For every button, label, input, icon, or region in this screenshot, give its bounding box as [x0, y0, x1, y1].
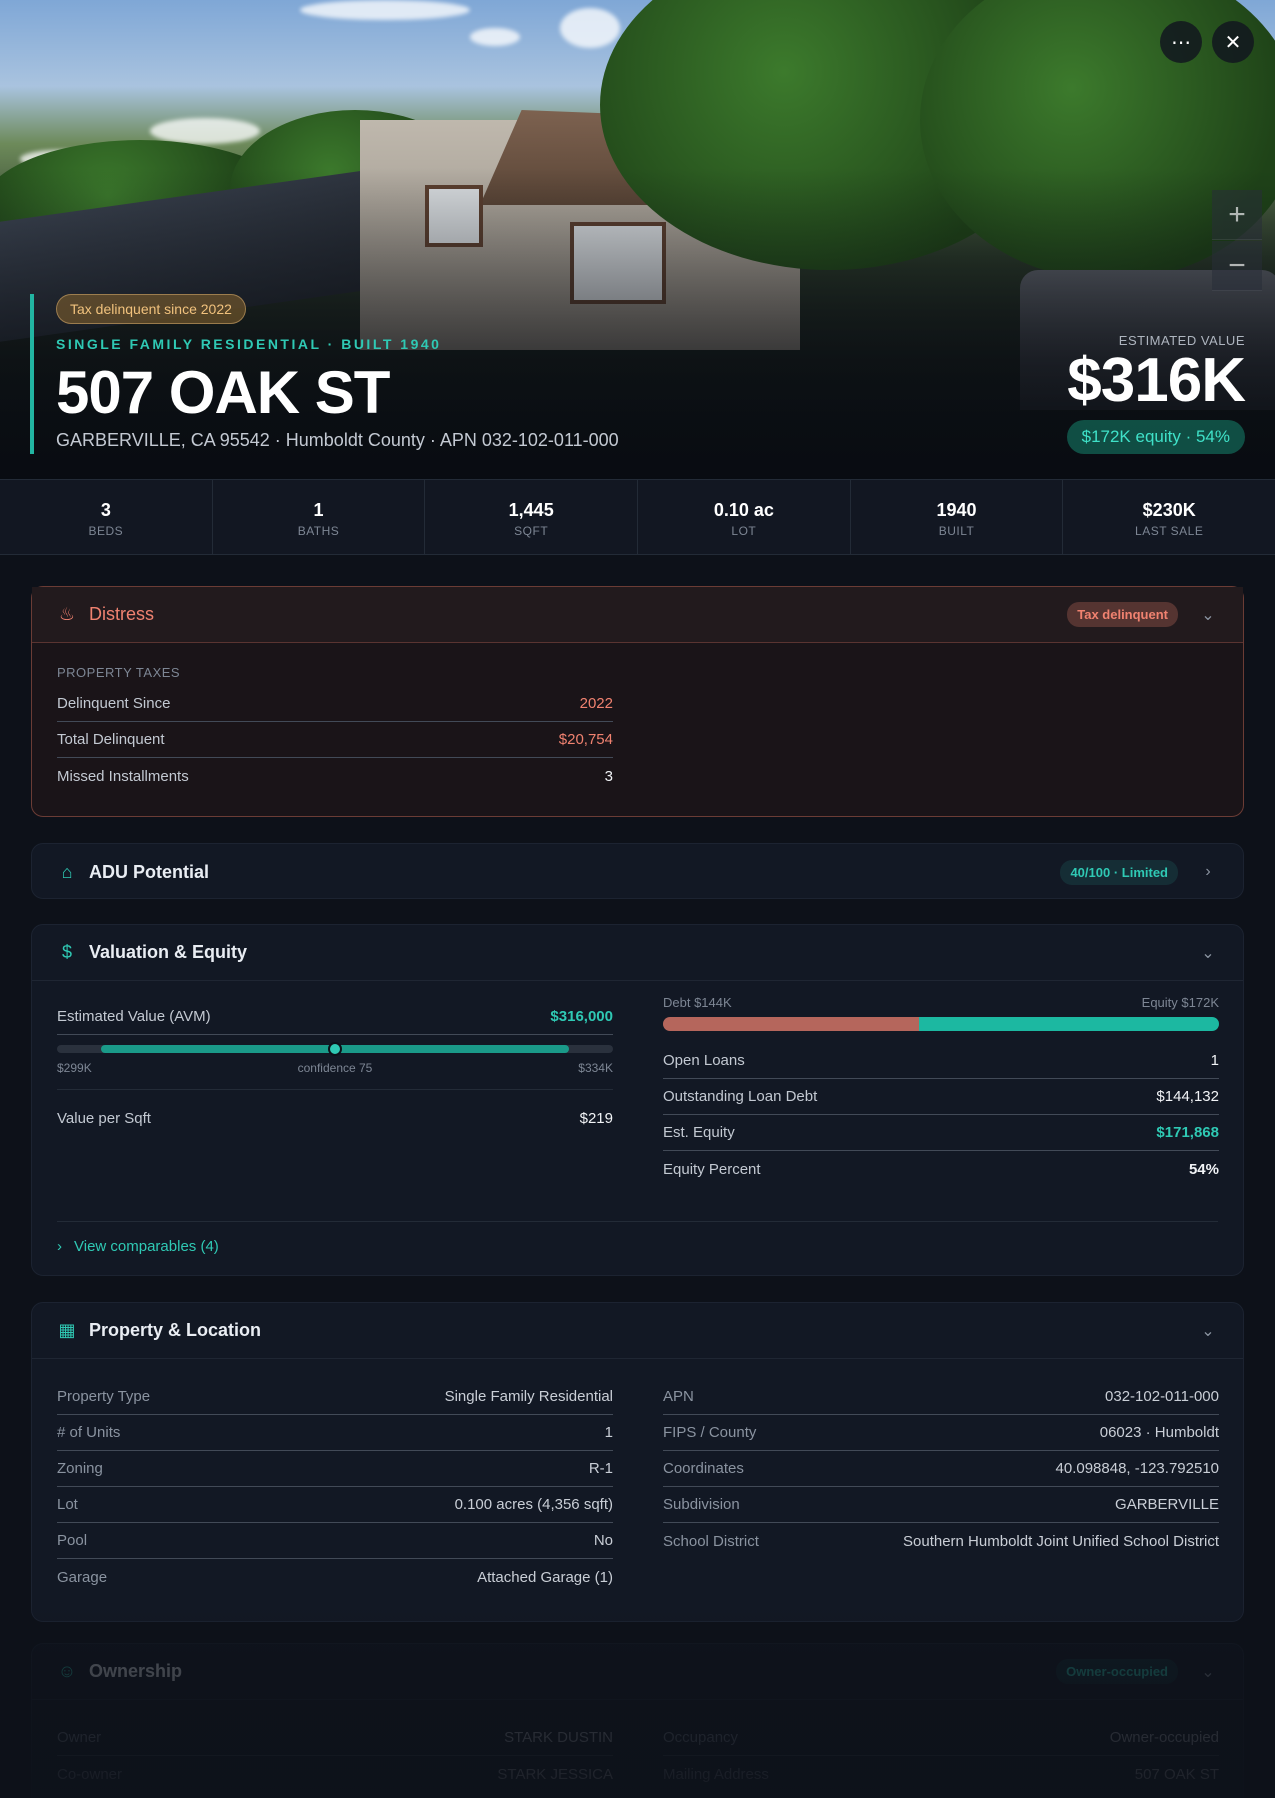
table-row: Est. Equity $171,868 — [663, 1115, 1219, 1151]
ownership-title: Ownership — [89, 1661, 183, 1681]
hero-info: Tax delinquent since 2022 SINGLE FAMILY … — [30, 294, 619, 454]
adu-title: ADU Potential — [89, 861, 210, 882]
debt-equity-bar — [663, 1017, 1219, 1031]
valuation-card: $ Valuation & Equity ⌄ Estimated Value (… — [31, 924, 1244, 1276]
more-options-button[interactable]: ⋯ — [1160, 21, 1202, 63]
avm-range-bar: $299K confidence 75 $334K — [57, 1042, 613, 1075]
table-row: Open Loans 1 — [663, 1043, 1219, 1079]
chevron-down-icon[interactable]: ⌄ — [1198, 605, 1218, 625]
distress-card: ♨ Distress Tax delinquent ⌄ PROPERTY TAX… — [31, 586, 1244, 817]
avm-row: Estimated Value (AVM) $316,000 — [57, 999, 613, 1035]
minus-icon: − — [1228, 248, 1246, 282]
table-row: Zoning R-1 — [57, 1451, 613, 1487]
table-row: APN 032-102-011-000 — [663, 1379, 1219, 1415]
adu-score-badge: 40/100 · Limited — [1060, 859, 1178, 885]
valuation-header[interactable]: $ Valuation & Equity ⌄ — [32, 925, 1243, 981]
range-high: $334K — [578, 1061, 613, 1075]
equity-badge: $172K equity · 54% — [1066, 420, 1245, 454]
table-row: Lot 0.100 acres (4,356 sqft) — [57, 1487, 613, 1523]
chevron-down-icon[interactable]: ⌄ — [1198, 943, 1218, 963]
user-icon: ☺ — [57, 1661, 77, 1681]
home-icon: ⌂ — [61, 861, 73, 882]
avm-column: Estimated Value (AVM) $316,000 $299K con… — [57, 999, 613, 1136]
property-right-column: APN 032-102-011-000 FIPS / County 06023 · … — [663, 1379, 1219, 1559]
property-taxes-label: PROPERTY TAXES — [57, 665, 181, 680]
chevron-right-icon: › — [57, 1238, 62, 1255]
table-row: Subdivision GARBERVILLE — [663, 1487, 1219, 1523]
property-address: GARBERVILLE, CA 95542 · Humboldt County … — [56, 430, 619, 450]
table-row: Coordinates 40.098848, -123.792510 — [663, 1451, 1219, 1487]
table-row: FIPS / County 06023 · Humboldt — [663, 1415, 1219, 1451]
building-icon: ▦ — [58, 1320, 76, 1340]
property-left-column: Property Type Single Family Residential #… — [57, 1379, 613, 1595]
table-row: Total Delinquent $20,754 — [57, 722, 613, 758]
estimated-value: $316K — [1067, 346, 1246, 415]
stat-last-sale: $230K LAST SALE — [1135, 500, 1204, 538]
stat-baths: 1 BATHS — [213, 480, 426, 554]
equity-column: Debt $144K Equity $172K Open Loans 1 Outs… — [663, 995, 1219, 1187]
table-row: Owner STARK DUSTIN — [57, 1720, 613, 1756]
stat-sqft: 1,445 SQFT — [425, 480, 639, 554]
distress-header[interactable]: ♨ Distress Tax delinquent ⌄ — [32, 587, 1243, 643]
tax-delinquent-badge: Tax delinquent since 2022 — [56, 294, 246, 324]
close-icon: ✕ — [1224, 31, 1242, 54]
table-row: # of Units 1 — [57, 1415, 613, 1451]
stats-bar: 3 BEDS 1 BATHS 1,445 SQFT 0.10 ac LOT 1940 BU… — [0, 479, 1275, 555]
chevron-right-icon[interactable]: › — [1198, 863, 1218, 881]
debt-segment — [663, 1017, 919, 1031]
zoom-out-button[interactable]: − — [1212, 241, 1262, 291]
table-row: Outstanding Loan Debt $144,132 — [663, 1079, 1219, 1115]
chevron-down-icon[interactable]: ⌄ — [1198, 1662, 1218, 1682]
chevron-down-icon[interactable]: ⌄ — [1198, 1321, 1218, 1341]
close-button[interactable]: ✕ — [1212, 21, 1254, 63]
table-row: Equity Percent 54% — [663, 1160, 1219, 1178]
ownership-card: ☺ Ownership Owner-occupied ⌄ Owner STARK … — [31, 1643, 1244, 1798]
distress-title: Distress — [89, 604, 155, 624]
dollar-icon: $ — [61, 942, 72, 962]
avm-marker — [328, 1042, 342, 1056]
property-location-card: ▦ Property & Location ⌄ Property Type Sin… — [31, 1302, 1244, 1622]
ownership-left-column: Owner STARK DUSTIN Co-owner STARK JESSICA — [57, 1720, 613, 1792]
table-row: Pool No — [57, 1523, 613, 1559]
adu-header[interactable]: ⌂ ADU Potential 40/100 · Limited › — [32, 844, 1243, 900]
table-row: Missed Installments 3 — [57, 767, 613, 785]
table-row: Occupancy Owner-occupied — [663, 1720, 1219, 1756]
property-subtitle: SINGLE FAMILY RESIDENTIAL · BUILT 1940 — [56, 336, 442, 352]
table-row: Mailing Address 507 OAK ST — [663, 1765, 1219, 1783]
distress-badge: Tax delinquent — [1067, 602, 1178, 627]
adu-card[interactable]: ⌂ ADU Potential 40/100 · Limited › — [31, 843, 1244, 899]
plus-icon: + — [1228, 197, 1246, 231]
ownership-right-column: Occupancy Owner-occupied Mailing Address 5… — [663, 1720, 1219, 1792]
value-per-sqft-row: Value per Sqft $219 — [57, 1109, 613, 1127]
range-low: $299K — [57, 1061, 92, 1075]
table-row: Property Type Single Family Residential — [57, 1379, 613, 1415]
confidence-label: confidence 75 — [297, 1061, 373, 1075]
estimated-value-block: ESTIMATED VALUE $316K $172K equity · 54% — [1066, 333, 1246, 454]
stat-beds: 3 BEDS — [0, 480, 213, 554]
stat-built: 1940 BUILT — [851, 480, 1064, 554]
view-comparables-link[interactable]: › View comparables (4) — [57, 1238, 219, 1255]
flame-icon: ♨ — [58, 604, 76, 624]
property-title: Property & Location — [89, 1320, 262, 1340]
occupancy-badge: Owner-occupied — [1056, 1659, 1178, 1684]
debt-label: Debt $144K — [663, 995, 732, 1010]
valuation-title: Valuation & Equity — [89, 942, 248, 962]
page-title: 507 OAK ST — [56, 359, 390, 426]
ownership-header[interactable]: ☺ Ownership Owner-occupied ⌄ — [32, 1644, 1243, 1700]
table-row: Delinquent Since 2022 — [57, 686, 613, 722]
property-header[interactable]: ▦ Property & Location ⌄ — [32, 1303, 1243, 1359]
equity-label: Equity $172K — [1141, 995, 1219, 1010]
table-row: Garage Attached Garage (1) — [57, 1568, 613, 1586]
table-row: Co-owner STARK JESSICA — [57, 1765, 613, 1783]
stat-lot: 0.10 ac LOT — [638, 480, 851, 554]
more-horizontal-icon: ⋯ — [1171, 31, 1191, 54]
equity-segment — [918, 1017, 1219, 1031]
zoom-in-button[interactable]: + — [1212, 190, 1262, 240]
table-row: School District Southern Humboldt Joint U… — [663, 1532, 1219, 1550]
